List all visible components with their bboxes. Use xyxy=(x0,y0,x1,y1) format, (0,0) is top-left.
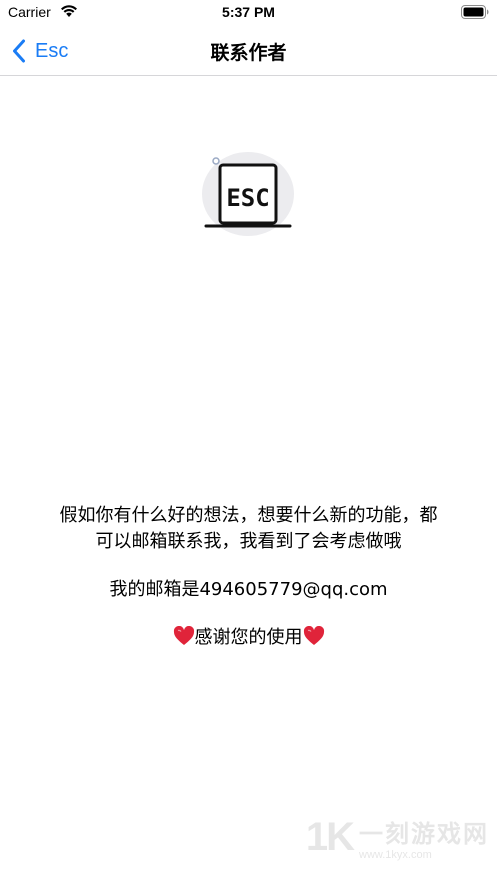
watermark-url: www.1kyx.com xyxy=(359,849,432,861)
navigation-bar: Esc 联系作者 xyxy=(0,26,497,76)
watermark-name: 一刻游戏网 xyxy=(359,820,489,848)
page-title: 联系作者 xyxy=(210,42,287,64)
logo-esc-text: ESC xyxy=(226,184,269,212)
email-text: 我的邮箱是494605779@qq.com xyxy=(109,579,388,600)
status-bar: Carrier 5:37 PM xyxy=(0,0,497,26)
status-time: 5:37 PM xyxy=(222,4,275,20)
message-line-2: 可以邮箱联系我，我看到了会考虑做哦 xyxy=(95,531,402,552)
thanks-line: 感谢您的使用 xyxy=(20,625,477,651)
message-line-1: 假如你有什么好的想法，想要什么新的功能，都 xyxy=(59,505,438,526)
laptop-esc-icon: ESC xyxy=(202,152,294,236)
contact-message: 假如你有什么好的想法，想要什么新的功能，都 可以邮箱联系我，我看到了会考虑做哦 … xyxy=(20,503,477,651)
watermark-logo: 1K xyxy=(305,815,355,859)
red-heart-icon xyxy=(173,626,194,645)
red-heart-icon xyxy=(303,626,324,645)
watermark: 1K 一刻游戏网 www.1kyx.com xyxy=(306,814,489,861)
thanks-text: 感谢您的使用 xyxy=(194,627,303,648)
battery-full-icon xyxy=(461,5,489,19)
